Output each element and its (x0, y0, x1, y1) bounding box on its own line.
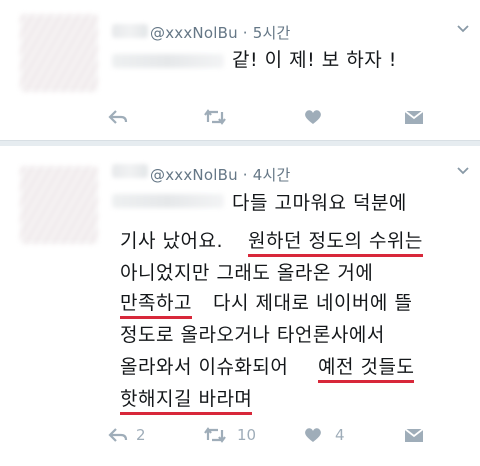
reply-count: 2 (136, 426, 146, 444)
handle[interactable]: @xxxNolBu (150, 166, 238, 184)
message-button[interactable] (403, 426, 425, 444)
text-line: 정도로 올라오거나 타언론사에서 (120, 324, 385, 346)
underlined-text: 핫해지길 바라며 (120, 384, 253, 415)
like-button[interactable]: 4 (303, 426, 345, 444)
handle[interactable]: @xxxNolBu (150, 24, 238, 42)
message-button[interactable] (403, 108, 425, 126)
retweet-button[interactable]: 10 (203, 426, 256, 444)
display-name-redacted (112, 164, 148, 178)
reply-icon (108, 108, 128, 126)
separator: · (242, 24, 248, 42)
tweet-1[interactable]: @xxxNolBu · 5시간 같! 이 제! 보 하자 ! (0, 0, 480, 142)
separator: · (242, 166, 248, 184)
avatar[interactable] (20, 14, 98, 92)
text-line: 올라와서 이슈화되어 (120, 356, 289, 378)
tweet-header: @xxxNolBu · 4시간 (150, 164, 290, 185)
chevron-down-icon[interactable] (456, 22, 470, 36)
avatar[interactable] (20, 166, 98, 244)
reply-to-redacted (112, 194, 224, 208)
reply-icon (108, 426, 128, 444)
like-button[interactable] (303, 108, 327, 126)
timestamp[interactable]: 4시간 (253, 166, 291, 184)
message-icon (403, 426, 425, 444)
underlined-text: 원하던 정도의 수위는 (248, 226, 423, 257)
like-icon (303, 108, 323, 126)
like-count: 4 (335, 426, 345, 444)
retweet-count: 10 (237, 426, 257, 444)
text-line: 아니었지만 그래도 올라온 거에 (120, 262, 374, 284)
underlined-text: 예전 것들도 (318, 352, 415, 383)
retweet-icon (203, 426, 227, 444)
chevron-down-icon[interactable] (456, 164, 470, 178)
timestamp[interactable]: 5시간 (253, 24, 291, 42)
text-line: 다들 고마워요 덕분에 (232, 192, 407, 214)
message-icon (403, 108, 425, 126)
reply-button[interactable]: 2 (108, 426, 146, 444)
text-line: 다시 제대로 네이버에 뜰 (213, 292, 413, 314)
like-icon (303, 426, 323, 444)
text-line: 기사 났어요. (120, 230, 223, 252)
retweet-button[interactable] (203, 108, 231, 126)
underlined-text: 만족하고 (120, 288, 192, 319)
display-name-redacted (112, 24, 148, 38)
reply-to-redacted (112, 54, 224, 68)
tweet-header: @xxxNolBu · 5시간 (150, 22, 290, 43)
tweet-text: 같! 이 제! 보 하자 ! (232, 49, 397, 71)
retweet-icon (203, 108, 227, 126)
reply-button[interactable] (108, 108, 132, 126)
